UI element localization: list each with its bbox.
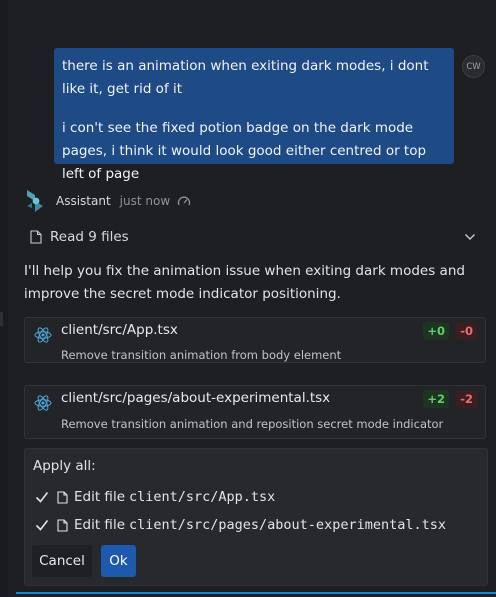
avatar: CW xyxy=(462,55,485,78)
cancel-button[interactable]: Cancel xyxy=(32,545,92,577)
ok-button[interactable]: Ok xyxy=(101,545,136,577)
react-icon xyxy=(34,395,52,411)
change-description: Remove transition animation and repositi… xyxy=(61,417,444,431)
additions-badge: +2 xyxy=(423,390,449,408)
deletions-badge: -2 xyxy=(456,390,477,408)
assistant-intro-text: I'll help you fix the animation issue wh… xyxy=(24,263,465,302)
apply-item-path: client/src/App.tsx xyxy=(129,489,276,505)
checkbox-checked-icon[interactable] xyxy=(33,516,51,534)
read-files-label: Read 9 files xyxy=(50,229,129,245)
file-icon xyxy=(57,490,68,504)
apply-item-action: Edit file xyxy=(74,517,125,533)
chat-input-border[interactable] xyxy=(16,592,496,597)
message-timestamp: just now xyxy=(119,194,171,208)
change-file-path: client/src/pages/about-experimental.tsx xyxy=(61,390,331,406)
apply-item-path: client/src/pages/about-experimental.tsx xyxy=(129,517,446,533)
gauge-icon xyxy=(178,196,191,206)
additions-badge: +0 xyxy=(423,322,449,340)
assistant-header: Assistant just now xyxy=(24,188,191,214)
resize-handle[interactable] xyxy=(0,312,3,326)
left-panel-edge xyxy=(0,0,8,597)
apply-item[interactable]: Edit file client/src/pages/about-experim… xyxy=(33,515,446,535)
deletions-badge: -0 xyxy=(456,322,477,340)
apply-item-action: Edit file xyxy=(74,489,125,505)
file-icon xyxy=(30,230,42,244)
checkbox-checked-icon[interactable] xyxy=(33,488,51,506)
change-file-path: client/src/App.tsx xyxy=(61,322,178,338)
user-message-paragraph: there is an animation when exiting dark … xyxy=(62,58,429,97)
assistant-name: Assistant xyxy=(56,194,111,208)
chevron-down-icon[interactable] xyxy=(464,233,476,241)
change-description: Remove transition animation from body el… xyxy=(61,348,342,362)
assistant-logo-icon xyxy=(27,190,43,212)
apply-all-title: Apply all: xyxy=(33,458,96,474)
read-files-toggle[interactable]: Read 9 files xyxy=(30,226,476,248)
react-icon xyxy=(34,327,52,343)
user-message-paragraph: i con't see the fixed potion badge on th… xyxy=(62,120,427,182)
apply-all-panel: Apply all: Edit file client/src/App.tsx … xyxy=(24,448,488,586)
apply-item[interactable]: Edit file client/src/App.tsx xyxy=(33,487,275,507)
user-message-bubble: there is an animation when exiting dark … xyxy=(54,48,454,182)
change-card[interactable]: client/src/App.tsx Remove transition ani… xyxy=(24,317,486,363)
change-card[interactable]: client/src/pages/about-experimental.tsx … xyxy=(24,385,486,439)
file-icon xyxy=(57,518,68,532)
